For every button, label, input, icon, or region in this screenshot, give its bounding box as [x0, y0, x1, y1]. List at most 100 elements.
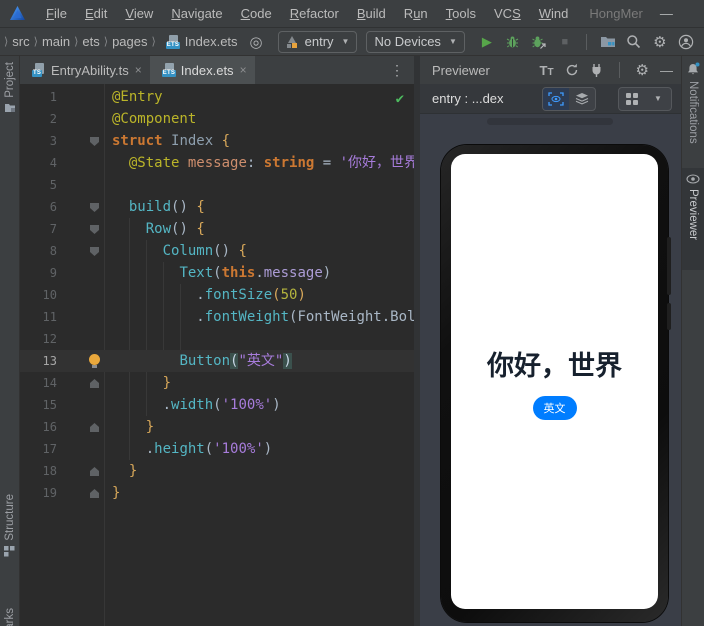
debug-button[interactable]: [503, 32, 523, 52]
device-select[interactable]: No Devices ▼: [366, 31, 464, 53]
code-line-10[interactable]: 10 .fontSize(50): [20, 284, 414, 306]
code-text: }: [104, 416, 154, 438]
code-line-14[interactable]: 14 }: [20, 372, 414, 394]
notifications-label: Notifications: [687, 81, 699, 144]
breadcrumb-main[interactable]: main: [42, 34, 70, 49]
code-line-8[interactable]: 8 Column() {: [20, 240, 414, 262]
line-number: 13: [20, 350, 57, 372]
tab-label: EntryAbility.ts: [51, 63, 129, 78]
refresh-icon[interactable]: [565, 63, 579, 77]
breadcrumb-pages[interactable]: pages: [112, 34, 147, 49]
code-line-13[interactable]: 13 Button("英文"): [20, 350, 414, 372]
menu-file[interactable]: File: [37, 3, 76, 24]
close-tab-icon[interactable]: ×: [240, 63, 247, 77]
code-line-15[interactable]: 15 .width('100%'): [20, 394, 414, 416]
gutter-cell: [57, 306, 104, 328]
grid-layout-button[interactable]: [619, 88, 645, 110]
tool-button-previewer[interactable]: Previewer: [682, 168, 704, 270]
run-config-select[interactable]: entry ▼: [278, 31, 358, 53]
code-text: .height('100%'): [104, 438, 272, 460]
tab-index-ets[interactable]: ETSIndex.ets×: [150, 56, 255, 84]
tool-button-structure[interactable]: Structure: [0, 494, 19, 557]
line-number: 1: [20, 86, 57, 108]
code-line-9[interactable]: 9 Text(this.message): [20, 262, 414, 284]
code-editor[interactable]: 1 @Entry2@Component3struct Index {4 @Stat…: [20, 84, 414, 626]
code-text: Text(this.message): [104, 262, 331, 284]
menu-vcs[interactable]: VCS: [485, 3, 530, 24]
menu-code[interactable]: Code: [232, 3, 281, 24]
code-text: }: [104, 372, 171, 394]
menu-navigate[interactable]: Navigate: [162, 3, 231, 24]
search-everywhere-button[interactable]: [624, 32, 644, 52]
code-text: Row() {: [104, 218, 205, 240]
gutter-cell: [57, 240, 104, 262]
toolbar-separator: [619, 62, 620, 78]
fold-open-icon[interactable]: [90, 247, 99, 256]
account-button[interactable]: [676, 32, 696, 52]
inspect-mode-button[interactable]: [543, 88, 569, 110]
fold-close-icon[interactable]: [90, 467, 99, 476]
code-line-18[interactable]: 18 }: [20, 460, 414, 482]
attach-debugger-button[interactable]: [529, 32, 549, 52]
fold-open-icon[interactable]: [90, 137, 99, 146]
menu-edit[interactable]: Edit: [76, 3, 116, 24]
phone-volume-button: [667, 237, 671, 295]
fold-close-icon[interactable]: [90, 379, 99, 388]
code-line-7[interactable]: 7 Row() {: [20, 218, 414, 240]
preview-button[interactable]: 英文: [533, 396, 577, 420]
preview-canvas[interactable]: 你好，世界 英文: [420, 114, 681, 626]
run-button[interactable]: ▶: [477, 32, 497, 52]
gutter-cell: [57, 152, 104, 174]
breadcrumb-file[interactable]: Index.ets: [185, 34, 238, 49]
tool-button-notifications[interactable]: Notifications: [682, 62, 704, 144]
menu-refactor[interactable]: Refactor: [281, 3, 348, 24]
minimize-button[interactable]: —: [643, 0, 690, 27]
menu-run[interactable]: Run: [395, 3, 437, 24]
tab-entryability-ts[interactable]: TSEntryAbility.ts×: [20, 56, 150, 84]
menu-build[interactable]: Build: [348, 3, 395, 24]
inspection-ok-icon[interactable]: ✔: [396, 88, 404, 110]
module-icon: [286, 36, 299, 48]
layout-dropdown-button[interactable]: ▼: [645, 88, 671, 110]
tool-button-bookmarks[interactable]: marks: [0, 608, 19, 626]
code-line-2[interactable]: 2@Component: [20, 108, 414, 130]
fold-open-icon[interactable]: [90, 203, 99, 212]
code-line-3[interactable]: 3struct Index {: [20, 130, 414, 152]
breadcrumb-src[interactable]: src: [12, 34, 29, 49]
code-line-5[interactable]: 5: [20, 174, 414, 196]
fold-close-icon[interactable]: [90, 489, 99, 498]
close-tab-icon[interactable]: ×: [135, 63, 142, 77]
code-line-11[interactable]: 11 .fontWeight(FontWeight.Bold): [20, 306, 414, 328]
menu-wind[interactable]: Wind: [530, 3, 578, 24]
hide-panel-icon[interactable]: —: [660, 63, 673, 78]
stop-button[interactable]: ■: [555, 32, 575, 52]
font-size-icon[interactable]: TT: [539, 63, 553, 78]
previewer-settings-icon[interactable]: ⚙: [636, 61, 649, 79]
structure-label: Structure: [4, 494, 16, 541]
line-number: 11: [20, 306, 57, 328]
settings-button[interactable]: ⚙: [650, 32, 670, 52]
phone-screen[interactable]: 你好，世界 英文: [451, 154, 658, 609]
intention-bulb-icon[interactable]: [89, 354, 100, 365]
tab-options-icon[interactable]: ⋮: [380, 56, 414, 84]
layers-mode-button[interactable]: [569, 88, 595, 110]
fold-close-icon[interactable]: [90, 423, 99, 432]
code-line-19[interactable]: 19}: [20, 482, 414, 504]
device-manager-button[interactable]: [598, 32, 618, 52]
code-line-1[interactable]: 1 @Entry: [20, 86, 414, 108]
fold-open-icon[interactable]: [90, 225, 99, 234]
breadcrumb-ets[interactable]: ets: [82, 34, 99, 49]
code-text: @Entry: [104, 86, 163, 108]
tool-button-project[interactable]: Project: [0, 62, 19, 113]
plugin-icon[interactable]: [590, 63, 603, 77]
code-line-17[interactable]: 17 .height('100%'): [20, 438, 414, 460]
locate-file-icon[interactable]: ◎: [250, 33, 263, 51]
menu-view[interactable]: View: [116, 3, 162, 24]
code-line-4[interactable]: 4 @State message: string = '你好，世界': [20, 152, 414, 174]
menu-tools[interactable]: Tools: [437, 3, 485, 24]
code-line-12[interactable]: 12: [20, 328, 414, 350]
code-line-16[interactable]: 16 }: [20, 416, 414, 438]
ide-window: FileEditViewNavigateCodeRefactorBuildRun…: [0, 0, 704, 626]
code-line-6[interactable]: 6 build() {: [20, 196, 414, 218]
maximize-button[interactable]: □: [690, 0, 704, 27]
